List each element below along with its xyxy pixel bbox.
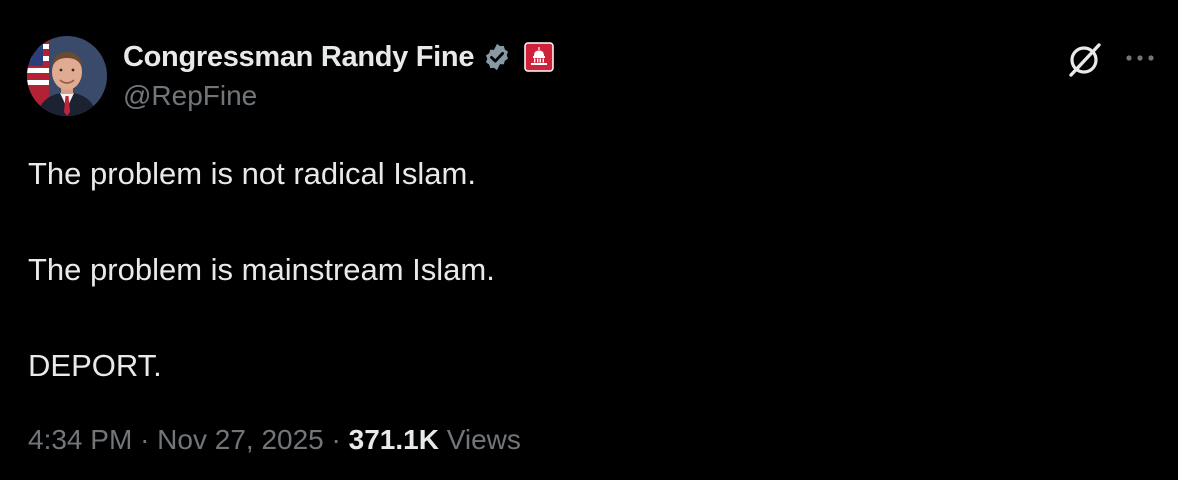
tweet-date[interactable]: Nov 27, 2025 — [157, 424, 324, 455]
views-count[interactable]: 371.1K — [349, 424, 439, 455]
tweet-text: The problem is not radical Islam. The pr… — [28, 150, 1128, 390]
tweet-line: The problem is mainstream Islam. — [28, 252, 495, 287]
meta-separator: · — [331, 424, 341, 455]
avatar-image — [27, 36, 107, 116]
more-horizontal-icon[interactable] — [1123, 44, 1157, 72]
grok-icon[interactable] — [1066, 40, 1104, 78]
verified-badge-icon[interactable] — [482, 42, 512, 72]
avatar[interactable] — [27, 36, 107, 116]
meta-separator: · — [140, 424, 150, 455]
tweet-line: DEPORT. — [28, 348, 162, 383]
tweet-meta: 4:34 PM · Nov 27, 2025 · 371.1K Views — [28, 424, 521, 456]
display-name[interactable]: Congressman Randy Fine — [123, 41, 474, 74]
tweet-card: Congressman Randy Fine @RepFine The prob… — [0, 0, 1178, 480]
tweet-time[interactable]: 4:34 PM — [28, 424, 132, 455]
tweet-line: The problem is not radical Islam. — [28, 156, 476, 191]
us-capitol-gov-badge-icon[interactable] — [524, 42, 554, 72]
author-name-row: Congressman Randy Fine — [123, 38, 554, 76]
user-handle[interactable]: @RepFine — [123, 80, 257, 112]
views-label: Views — [446, 424, 521, 455]
